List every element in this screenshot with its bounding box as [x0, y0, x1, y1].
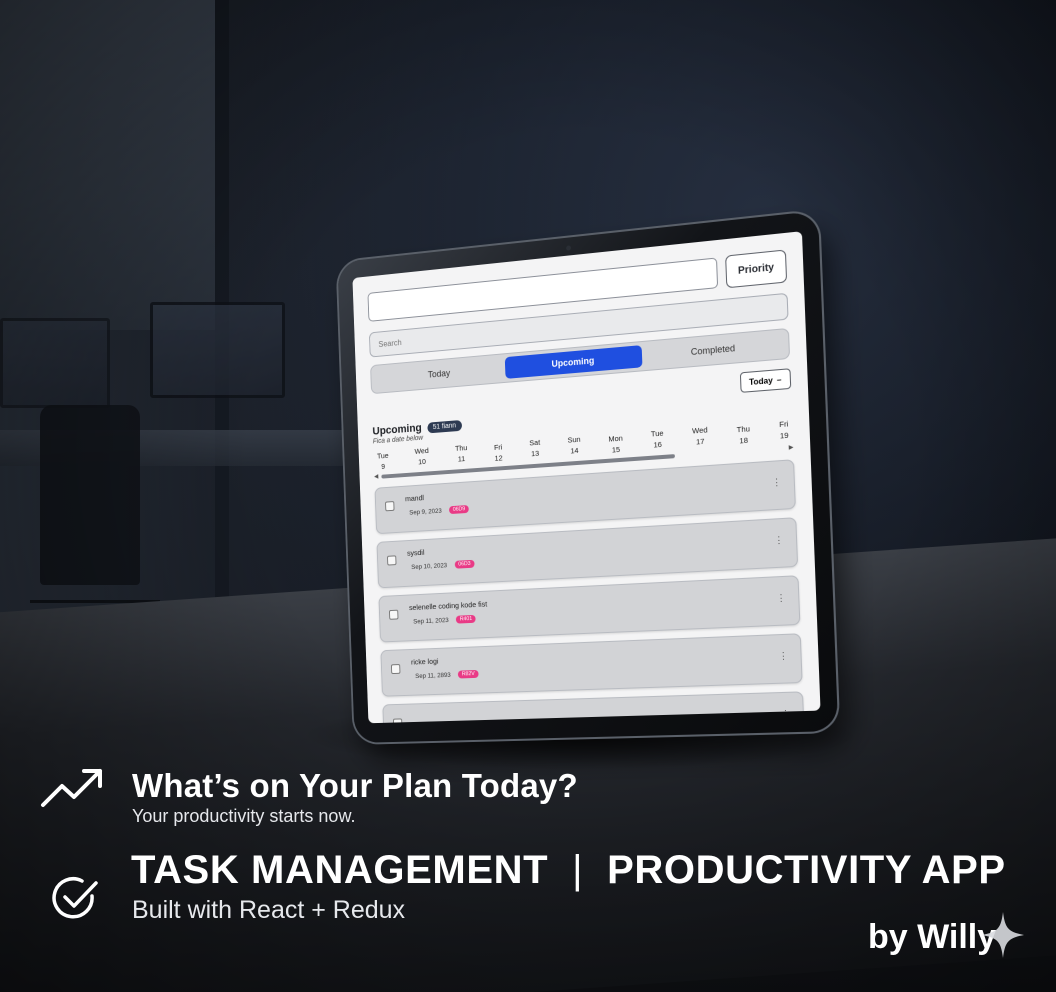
task-tag: R401 — [455, 614, 477, 624]
date-number: 11 — [457, 454, 466, 464]
more-vertical-icon[interactable]: ⋮ — [778, 650, 788, 661]
task-checkbox[interactable] — [385, 501, 395, 512]
count-badge: 51 fiann — [427, 419, 462, 433]
date-day: Thu — [736, 424, 751, 435]
task-date: Sep 11, 2023 — [413, 616, 449, 626]
task-tag: 06D3 — [454, 559, 475, 569]
date-day: Tue — [376, 450, 389, 461]
date-number: 18 — [739, 435, 749, 446]
date-number: 15 — [611, 444, 621, 455]
date-cell[interactable]: Thu 11 — [455, 442, 468, 464]
date-cell[interactable]: Wed 17 — [692, 424, 708, 448]
date-day: Wed — [691, 425, 708, 436]
date-day: Thu — [454, 443, 468, 453]
scroll-right-icon[interactable]: ▶ — [789, 444, 794, 452]
today-button-label: Today — [748, 375, 773, 387]
task-tag: 06D9 — [449, 505, 470, 515]
date-day: Sun — [567, 434, 581, 445]
date-number: 17 — [695, 436, 705, 447]
scroll-left-icon[interactable]: ◀ — [374, 473, 378, 480]
date-cell[interactable]: Mon 15 — [608, 433, 623, 456]
date-day: Wed — [414, 446, 429, 456]
task-name — [413, 701, 792, 712]
chevron-down-icon: – — [776, 374, 782, 385]
priority-button[interactable]: Priority — [725, 249, 788, 289]
task-card[interactable]: ⋮ — [382, 691, 805, 724]
tablet-device: Priority Today Upcoming Completed Today … — [337, 210, 839, 743]
date-day: Mon — [608, 433, 623, 444]
tab-completed[interactable]: Completed — [642, 332, 786, 367]
task-date: Sep 9, 2023 — [409, 507, 442, 517]
date-day: Fri — [779, 419, 789, 430]
app-screen: Priority Today Upcoming Completed Today … — [352, 231, 821, 724]
date-cell[interactable]: Thu 18 — [736, 423, 750, 447]
date-cell[interactable]: Tue 9 — [377, 450, 389, 472]
date-number: 9 — [381, 461, 386, 471]
tablet-wrapper: Priority Today Upcoming Completed Today … — [320, 210, 840, 745]
more-vertical-icon[interactable]: ⋮ — [774, 535, 784, 546]
more-vertical-icon[interactable]: ⋮ — [776, 592, 786, 603]
more-vertical-icon[interactable]: ⋮ — [781, 708, 791, 719]
task-card[interactable]: selenelle coding kode fist Sep 11, 2023 R4… — [378, 575, 801, 643]
date-cell[interactable]: Sun 14 — [567, 434, 581, 457]
task-card[interactable]: ricke logi Sep 11, 2893 R82V ⋮ — [380, 633, 803, 697]
date-number: 12 — [494, 453, 503, 463]
date-number: 16 — [653, 439, 662, 450]
date-number: 14 — [570, 445, 579, 456]
task-date: Sep 10, 2023 — [411, 561, 448, 571]
task-checkbox[interactable] — [392, 718, 403, 724]
date-day: Sat — [529, 437, 541, 448]
task-checkbox[interactable] — [387, 555, 397, 566]
date-number: 10 — [417, 456, 426, 467]
task-meta — [417, 705, 792, 716]
date-number: 13 — [530, 448, 540, 459]
date-cell[interactable]: Tue 16 — [651, 427, 664, 450]
date-number: 19 — [779, 430, 789, 441]
tab-today[interactable]: Today — [374, 357, 506, 390]
date-cell[interactable]: Fri 19 — [779, 418, 789, 441]
camera-icon — [565, 245, 571, 251]
task-checkbox[interactable] — [388, 609, 399, 620]
date-day: Tue — [650, 428, 664, 439]
today-dropdown-button[interactable]: Today – — [739, 368, 792, 393]
task-checkbox[interactable] — [390, 664, 401, 675]
date-day: Fri — [493, 442, 503, 452]
tab-upcoming[interactable]: Upcoming — [504, 345, 643, 379]
task-tag: R82V — [457, 669, 479, 679]
task-date: Sep 11, 2893 — [415, 671, 451, 680]
date-cell[interactable]: Sat 13 — [529, 437, 541, 460]
task-list: mandl Sep 9, 2023 06D9 ⋮ sysdil Sep 10, 2023 0… — [374, 459, 805, 724]
date-cell[interactable]: Wed 10 — [414, 445, 429, 467]
more-vertical-icon[interactable]: ⋮ — [772, 477, 782, 488]
date-cell[interactable]: Fri 12 — [494, 442, 503, 464]
